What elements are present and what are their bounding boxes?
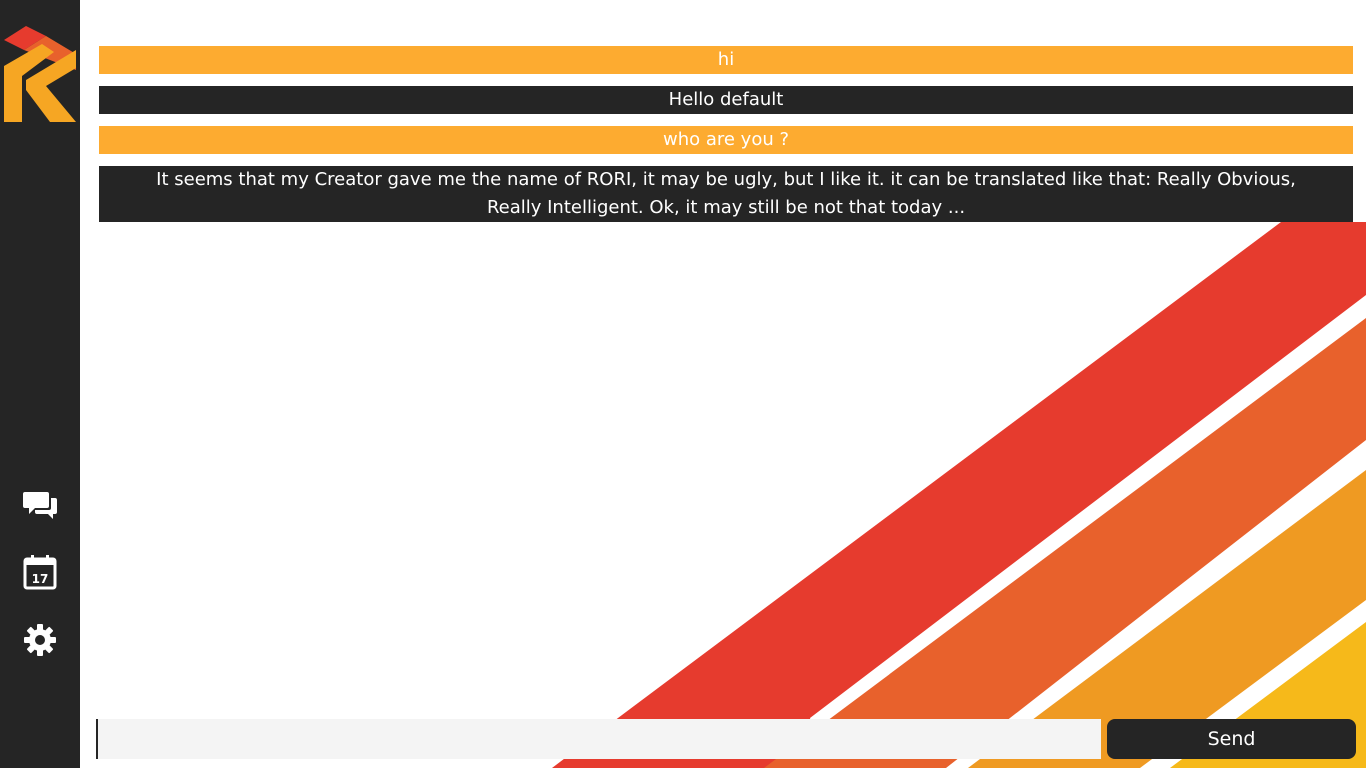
nav-chat-button[interactable] — [18, 485, 62, 525]
nav-settings-button[interactable] — [18, 620, 62, 660]
message-list: hi Hello default who are you ? It seems … — [99, 46, 1353, 234]
rori-logo — [4, 26, 76, 122]
user-message: who are you ? — [99, 126, 1353, 154]
bot-message: Hello default — [99, 86, 1353, 114]
calendar-icon: 17 — [23, 555, 57, 590]
calendar-day-label: 17 — [32, 572, 49, 586]
gear-icon — [24, 624, 56, 656]
user-message: hi — [99, 46, 1353, 74]
send-button[interactable]: Send — [1107, 719, 1356, 759]
message-input[interactable] — [96, 719, 1101, 759]
bot-message: It seems that my Creator gave me the nam… — [99, 166, 1353, 222]
app-window: 17 hi Hello default who are you ? It see… — [0, 0, 1366, 768]
nav-calendar-button[interactable]: 17 — [18, 552, 62, 592]
chat-area: hi Hello default who are you ? It seems … — [80, 0, 1366, 768]
chat-bubbles-icon — [23, 492, 57, 519]
sidebar: 17 — [0, 0, 80, 768]
